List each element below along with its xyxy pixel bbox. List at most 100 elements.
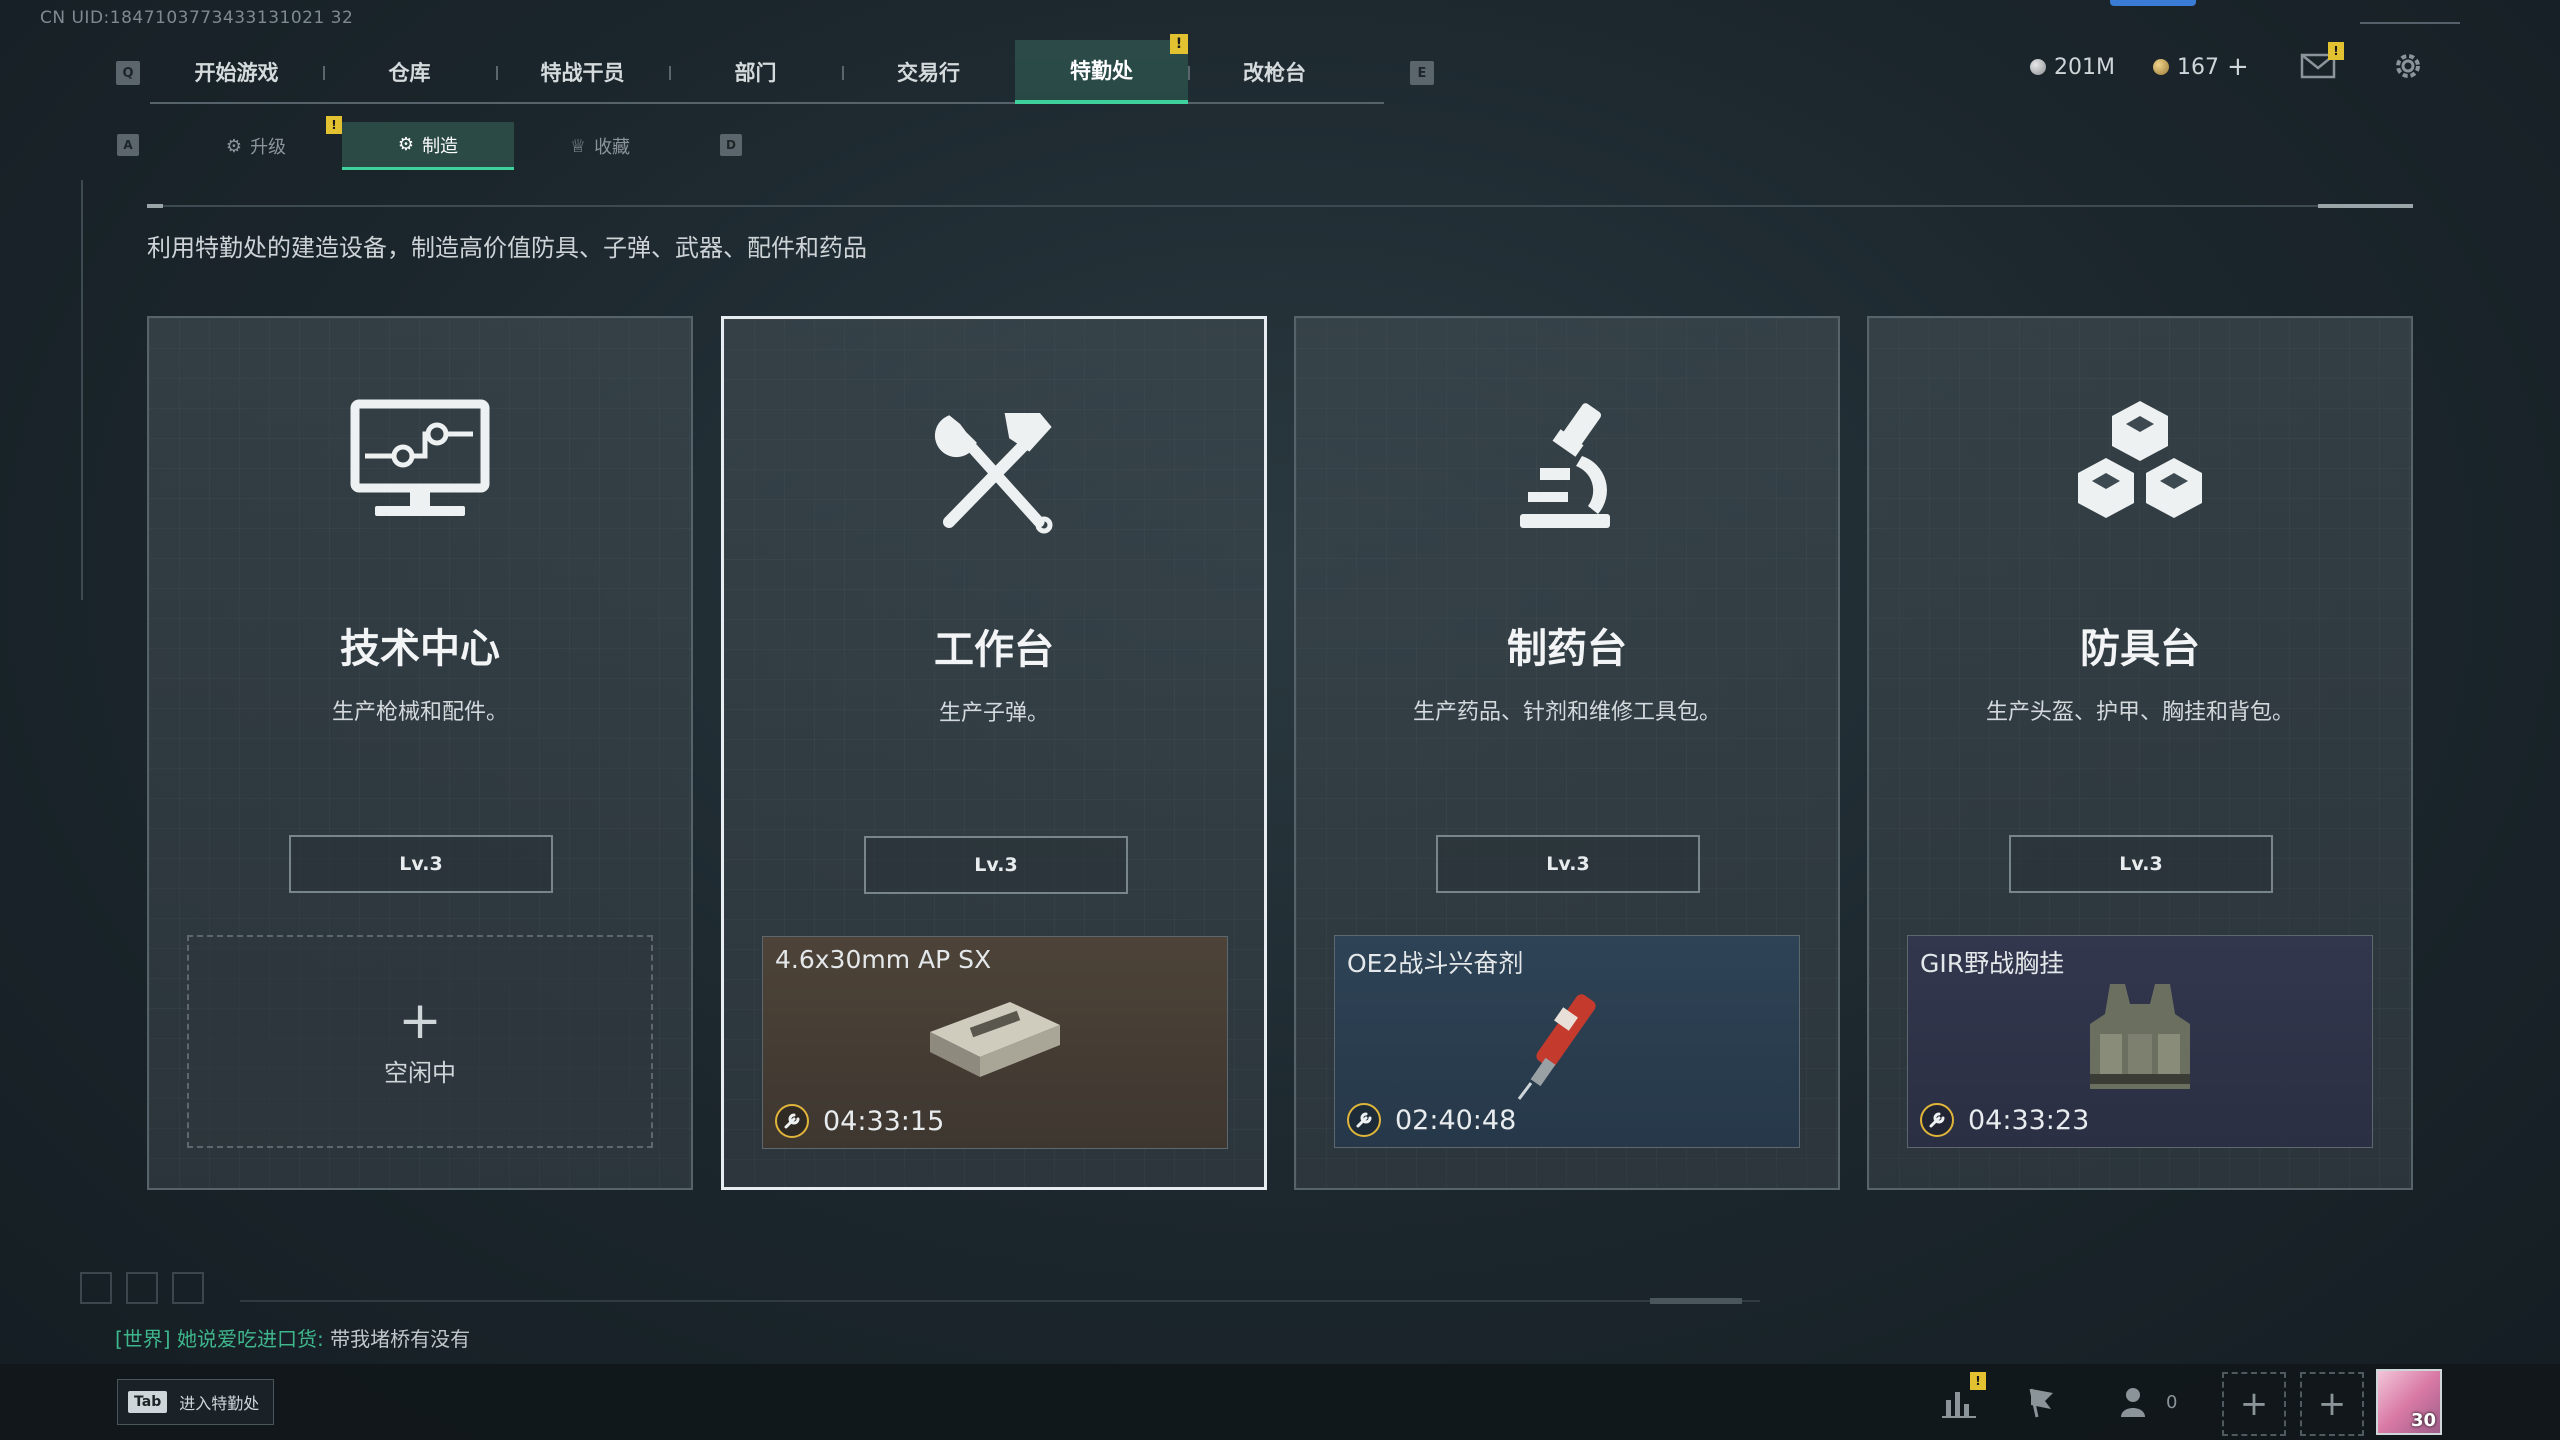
section-divider — [147, 205, 2413, 207]
settings-button[interactable] — [2390, 48, 2426, 84]
tab-gunsmith[interactable]: 改枪台 — [1188, 40, 1361, 104]
layout-toggles — [80, 1272, 204, 1304]
tab-label: 特勤处 — [1070, 59, 1133, 83]
production-slot[interactable]: OE2战斗兴奋剂 02:40:48 — [1334, 935, 1800, 1148]
friends-button[interactable] — [2116, 1382, 2156, 1422]
card-subtitle: 生产枪械和配件。 — [331, 700, 508, 725]
time-remaining: 02:40:48 — [1395, 1104, 1517, 1136]
subtab-collection[interactable]: ♕ 收藏 — [514, 122, 686, 170]
subtab-label: 升级 — [250, 137, 287, 158]
add-icon: + — [2317, 1384, 2347, 1424]
card-workbench[interactable]: 工作台 生产子弹。 Lv.3 4.6x30mm AP SX 04:33:15 — [721, 316, 1267, 1190]
chat-user: 她说爱吃进口货: — [176, 1327, 324, 1351]
chat-message: 带我堵桥有没有 — [330, 1327, 471, 1351]
notification-badge: ! — [1970, 1372, 1986, 1390]
gold-amount: 167 — [2176, 54, 2219, 80]
subtab-upgrade[interactable]: ⚙ 升级 ! — [170, 116, 342, 170]
wrench-timer-icon — [1347, 1103, 1381, 1137]
stats-button[interactable]: ! — [1940, 1372, 1986, 1422]
player-avatar[interactable]: 30 — [2376, 1369, 2442, 1435]
card-armor-bench[interactable]: 防具台 生产头盔、护甲、胸挂和背包。 Lv.3 GIR野战胸挂 04:33:23 — [1867, 316, 2413, 1190]
production-slot[interactable]: GIR野战胸挂 04:33:23 — [1907, 935, 2373, 1148]
chat-channel: [世界] — [115, 1327, 171, 1351]
sub-nav: ⚙ 升级 ! ⚙ 制造 ♕ 收藏 — [170, 116, 688, 170]
divider-cap-right — [2318, 204, 2413, 208]
craft-icon: ⚙ — [397, 134, 415, 155]
production-timer: 04:33:15 — [775, 1104, 944, 1138]
slot-status: 空闲中 — [384, 1059, 456, 1087]
left-deco-line — [81, 180, 83, 600]
tab-label: 特战干员 — [540, 61, 625, 85]
add-icon: + — [398, 991, 442, 1051]
syringe-icon — [1507, 971, 1627, 1115]
chest-rig-icon — [2080, 974, 2200, 1108]
scroll-track[interactable] — [240, 1300, 1760, 1302]
production-slot[interactable]: 4.6x30mm AP SX 04:33:15 — [762, 936, 1228, 1149]
silver-currency: 201M — [2030, 55, 2115, 80]
main-nav: 开始游戏 仓库 特战干员 部门 交易行 特勤处 ! 改枪台 — [150, 34, 1384, 104]
key-hint-a: A — [117, 134, 139, 156]
cubes-icon — [1869, 396, 2411, 546]
gold-currency: 167 — [2152, 54, 2219, 80]
page-description: 利用特勤处的建造设备，制造高价值防具、子弹、武器、配件和药品 — [147, 234, 867, 262]
tab-label: 交易行 — [897, 61, 960, 85]
layout-toggle[interactable] — [126, 1272, 158, 1304]
card-tech-center[interactable]: 技术中心 生产枪械和配件。 Lv.3 + 空闲中 — [147, 316, 693, 1190]
top-accent-bar — [2110, 0, 2196, 6]
production-timer: 04:33:23 — [1920, 1103, 2089, 1137]
notification-badge: ! — [326, 116, 342, 134]
mail-button[interactable]: ! — [2300, 42, 2344, 80]
card-title: 制药台 — [1507, 626, 1627, 672]
upgrade-icon: ⚙ — [225, 135, 243, 157]
silver-coin-icon — [2030, 59, 2046, 75]
chat-line[interactable]: [世界] 她说爱吃进口货: 带我堵桥有没有 — [115, 1323, 470, 1352]
wrench-timer-icon — [775, 1104, 809, 1138]
tab-label: 开始游戏 — [194, 61, 279, 85]
add-icon: + — [2239, 1384, 2269, 1424]
add-currency-button[interactable]: + — [2227, 52, 2249, 82]
item-name: GIR野战胸挂 — [1920, 949, 2065, 978]
gold-coin-icon — [2152, 59, 2169, 75]
enter-special-ops-hint[interactable]: Tab 进入特勤处 — [117, 1379, 275, 1425]
currency-bar: 201M 167 + — [2030, 52, 2249, 82]
squad-slot-add[interactable]: + — [2300, 1372, 2364, 1436]
layout-toggle[interactable] — [172, 1272, 204, 1304]
level-indicator: Lv.3 — [2009, 835, 2273, 893]
level-indicator: Lv.3 — [864, 836, 1128, 894]
notification-badge: ! — [1170, 34, 1188, 54]
user-uid: CN UID:1847103773433131021 32 — [40, 8, 354, 28]
squad-slot-add[interactable]: + — [2222, 1372, 2286, 1436]
production-slot-empty[interactable]: + 空闲中 — [187, 935, 653, 1148]
card-pharmacy[interactable]: 制药台 生产药品、针剂和维修工具包。 Lv.3 OE2战斗兴奋剂 02:40:4… — [1294, 316, 1840, 1190]
card-title: 技术中心 — [340, 626, 500, 672]
tab-label: 部门 — [734, 61, 777, 85]
tab-special-ops[interactable]: 特勤处 ! — [1015, 34, 1188, 104]
tab-hint-label: 进入特勤处 — [179, 1394, 260, 1413]
time-remaining: 04:33:15 — [823, 1105, 945, 1137]
tab-department[interactable]: 部门 — [669, 40, 842, 104]
scroll-thumb[interactable] — [1650, 1298, 1742, 1304]
tab-operators[interactable]: 特战干员 — [496, 40, 669, 104]
layout-toggle[interactable] — [80, 1272, 112, 1304]
player-level: 30 — [2410, 1410, 2436, 1431]
friend-count: 0 — [2166, 1392, 2178, 1413]
tab-key: Tab — [128, 1391, 168, 1413]
notification-badge: ! — [2328, 42, 2344, 60]
divider-cap-left — [147, 204, 163, 208]
trophy-icon: ♕ — [569, 135, 587, 157]
tab-start-game[interactable]: 开始游戏 — [150, 40, 323, 104]
hammer-wrench-icon — [724, 397, 1264, 547]
tab-trading[interactable]: 交易行 — [842, 40, 1015, 104]
subtab-craft[interactable]: ⚙ 制造 — [342, 122, 514, 170]
time-remaining: 04:33:23 — [1968, 1104, 2090, 1136]
monitor-icon — [149, 396, 691, 546]
bar-chart-icon — [1942, 1392, 1976, 1418]
friends-icon — [2121, 1388, 2145, 1417]
tab-warehouse[interactable]: 仓库 — [323, 40, 496, 104]
wrench-timer-icon — [1920, 1103, 1954, 1137]
key-hint-d: D — [720, 134, 742, 156]
top-deco-line — [2360, 22, 2460, 24]
level-indicator: Lv.3 — [289, 835, 553, 893]
flag-button[interactable] — [2022, 1382, 2062, 1422]
item-name: 4.6x30mm AP SX — [775, 945, 992, 974]
